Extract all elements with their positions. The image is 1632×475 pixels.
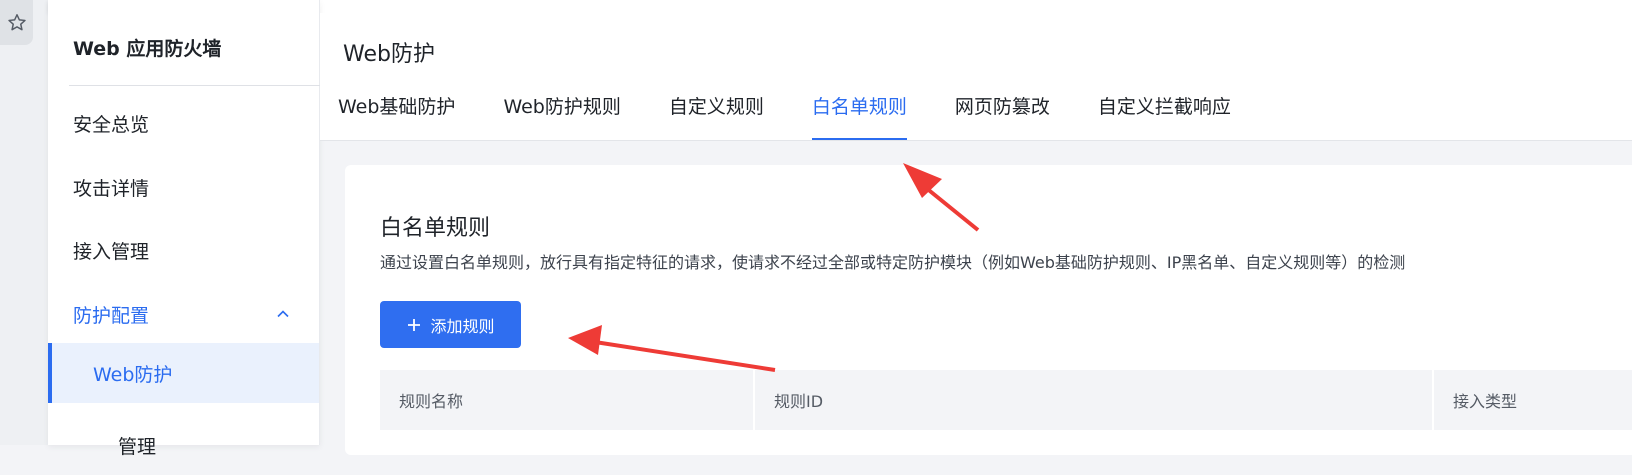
tab-web-basic-protection[interactable]: Web基础防护 (338, 91, 455, 140)
sidebar-group-protection-config[interactable]: 防护配置 (48, 284, 319, 344)
tab-custom-block-response[interactable]: 自定义拦截响应 (1098, 91, 1231, 140)
favorite-button[interactable] (0, 0, 33, 45)
card-description: 通过设置白名单规则，放行具有指定特征的请求，使请求不经过全部或特定防护模块（例如… (380, 253, 1406, 272)
whitelist-card: 白名单规则 通过设置白名单规则，放行具有指定特征的请求，使请求不经过全部或特定防… (345, 165, 1632, 455)
sidebar: Web 应用防火墙 安全总览 攻击详情 接入管理 防护配置 Web防护 管理 (48, 0, 346, 458)
card-title: 白名单规则 (380, 216, 491, 241)
add-rule-button[interactable]: 添加规则 (380, 301, 521, 348)
sidebar-item-management[interactable]: 管理 (48, 415, 319, 475)
tab-web-protection-rules[interactable]: Web防护规则 (503, 91, 620, 140)
column-header-access-type: 接入类型 (1453, 392, 1518, 411)
column-header-rule-id: 规则ID (755, 370, 1434, 430)
column-header-rule-name: 规则名称 (380, 370, 755, 430)
sidebar-divider (69, 85, 346, 86)
tab-whitelist-rules[interactable]: 白名单规则 (811, 91, 907, 140)
sidebar-item-label: 安全总览 (73, 113, 150, 136)
chevron-up-icon (277, 310, 289, 318)
page-title: Web防护 (343, 42, 435, 67)
sidebar-item-label: Web防护 (93, 363, 173, 386)
sidebar-item-attack-details[interactable]: 攻击详情 (48, 157, 319, 217)
main-header: Web防护 Web基础防护 Web防护规则 自定义规则 白名单规则 网页防篡改 … (320, 13, 1632, 141)
sidebar-item-label: 管理 (118, 435, 157, 458)
plus-icon (408, 318, 421, 331)
sidebar-title: Web 应用防火墙 (73, 38, 222, 60)
sidebar-item-web-protection[interactable]: Web防护 (48, 343, 319, 403)
left-rail (0, 0, 48, 445)
tab-custom-rules[interactable]: 自定义规则 (669, 91, 764, 140)
sidebar-item-label: 攻击详情 (73, 177, 150, 200)
tab-web-tamper-protection[interactable]: 网页防篡改 (955, 91, 1050, 140)
star-icon (7, 13, 26, 30)
add-rule-label: 添加规则 (430, 318, 495, 336)
table-header: 规则名称 规则ID 接入类型 (380, 370, 1632, 430)
sidebar-item-label: 防护配置 (73, 304, 150, 327)
sidebar-item-label: 接入管理 (73, 240, 150, 263)
sidebar-item-overview[interactable]: 安全总览 (48, 93, 319, 153)
sidebar-item-access-management[interactable]: 接入管理 (48, 220, 319, 280)
tab-bar: Web基础防护 Web防护规则 自定义规则 白名单规则 网页防篡改 自定义拦截响… (338, 91, 1279, 140)
